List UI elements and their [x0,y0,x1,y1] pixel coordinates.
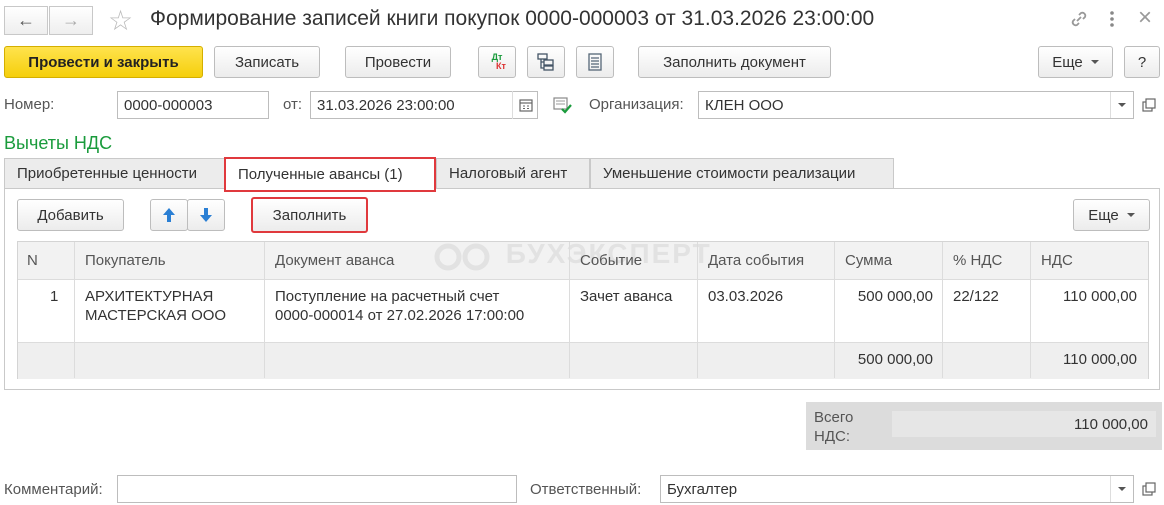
chevron-down-icon [1117,487,1126,491]
post-and-close-button[interactable]: Провести и закрыть [4,46,203,78]
column-header-sum[interactable]: Сумма [845,241,892,279]
total-vat-panel: Всего НДС: 110 000,00 [806,402,1162,450]
organization-label: Организация: [589,96,684,113]
arrow-down-icon [200,208,212,222]
list-icon [588,53,602,71]
post-button[interactable]: Провести [345,46,451,78]
window-title: Формирование записей книги покупок 0000-… [150,7,875,30]
arrow-right-icon: → [62,10,80,30]
close-icon[interactable]: × [1138,6,1152,30]
responsible-label: Ответственный: [530,481,642,498]
total-vat-value: 110 000,00 [892,411,1156,437]
organization-open-button[interactable] [1138,93,1160,117]
cell-vat-rate: 22/122 [953,288,999,305]
tab-received-advances[interactable]: Полученные авансы (1) [224,157,436,192]
link-icon[interactable] [1068,8,1090,30]
structure-button[interactable] [527,46,565,78]
cell-buyer-line2: МАСТЕРСКАЯ ООО [85,307,227,324]
favorite-star-icon[interactable]: ☆ [108,4,133,37]
back-button[interactable]: ← [4,6,48,35]
column-header-event-date[interactable]: Дата события [708,241,804,279]
table-row[interactable]: 1 АРХИТЕКТУРНАЯ МАСТЕРСКАЯ ООО Поступлен… [18,280,1148,342]
column-header-advance-document[interactable]: Документ аванса [275,241,394,279]
organization-dropdown-button[interactable] [1110,92,1132,118]
more-button[interactable]: Еще [1038,46,1113,78]
watermark-logo-icon [434,243,490,271]
table-more-button[interactable]: Еще [1073,199,1150,231]
move-up-button[interactable] [150,199,188,231]
section-title: Вычеты НДС [4,133,113,153]
posted-status-icon [553,95,573,115]
forward-button[interactable]: → [49,6,93,35]
organization-field[interactable]: КЛЕН ООО [698,91,1134,119]
fill-document-button[interactable]: Заполнить документ [638,46,831,78]
structure-icon [537,53,554,71]
date-label: от: [283,96,303,113]
dt-kt-icon: Дт Кт [491,52,506,71]
footer-sum: 500 000,00 [857,351,933,368]
date-field[interactable]: 31.03.2026 23:00:00 [310,91,538,119]
cell-doc-line2: 0000-000014 от 27.02.2026 17:00:00 [275,307,525,324]
comment-label: Комментарий: [4,481,103,498]
table-footer [18,342,1148,379]
arrow-left-icon: ← [17,10,35,30]
open-icon [1142,482,1156,496]
responsible-field[interactable]: Бухгалтер [660,475,1134,503]
total-vat-label: Всего НДС: [814,409,854,445]
tab-tax-agent[interactable]: Налоговый агент [436,158,590,188]
number-field[interactable]: 0000-000003 [117,91,269,119]
calendar-button[interactable] [512,91,538,119]
fill-button[interactable]: Заполнить [251,197,368,233]
footer-vat: 110 000,00 [1063,351,1137,368]
add-button[interactable]: Добавить [17,199,124,231]
responsible-open-button[interactable] [1138,477,1160,501]
cell-n: 1 [50,288,59,305]
comment-field[interactable] [117,475,517,503]
column-header-event[interactable]: Событие [580,241,642,279]
tab-acquired-values[interactable]: Приобретенные ценности [4,158,226,188]
column-header-vat[interactable]: НДС [1041,241,1073,279]
column-header-vat-rate[interactable]: % НДС [953,241,1002,279]
column-header-buyer[interactable]: Покупатель [85,241,166,279]
cell-doc-line1: Поступление на расчетный счет [275,288,500,305]
move-down-button[interactable] [187,199,225,231]
list-button[interactable] [576,46,614,78]
cell-vat: 110 000,00 [1063,288,1137,305]
arrow-up-icon [163,208,175,222]
dt-kt-button[interactable]: Дт Кт [478,46,516,78]
calendar-icon [518,99,533,112]
cell-buyer-line1: АРХИТЕКТУРНАЯ [85,288,214,305]
responsible-dropdown-button[interactable] [1110,476,1132,502]
number-label: Номер: [4,96,55,113]
help-button[interactable]: ? [1124,46,1160,78]
kebab-menu-icon[interactable] [1106,8,1118,30]
cell-sum: 500 000,00 [857,288,933,305]
open-icon [1142,98,1156,112]
chevron-down-icon [1090,60,1099,64]
column-header-n[interactable]: N [27,241,38,279]
save-button[interactable]: Записать [214,46,320,78]
chevron-down-icon [1126,213,1135,217]
tab-cost-reduction[interactable]: Уменьшение стоимости реализации [590,158,894,188]
cell-event: Зачет аванса [580,288,673,305]
cell-event-date: 03.03.2026 [708,288,784,305]
watermark: БУХЭКСПЕРТ [432,238,712,271]
chevron-down-icon [1117,103,1126,107]
